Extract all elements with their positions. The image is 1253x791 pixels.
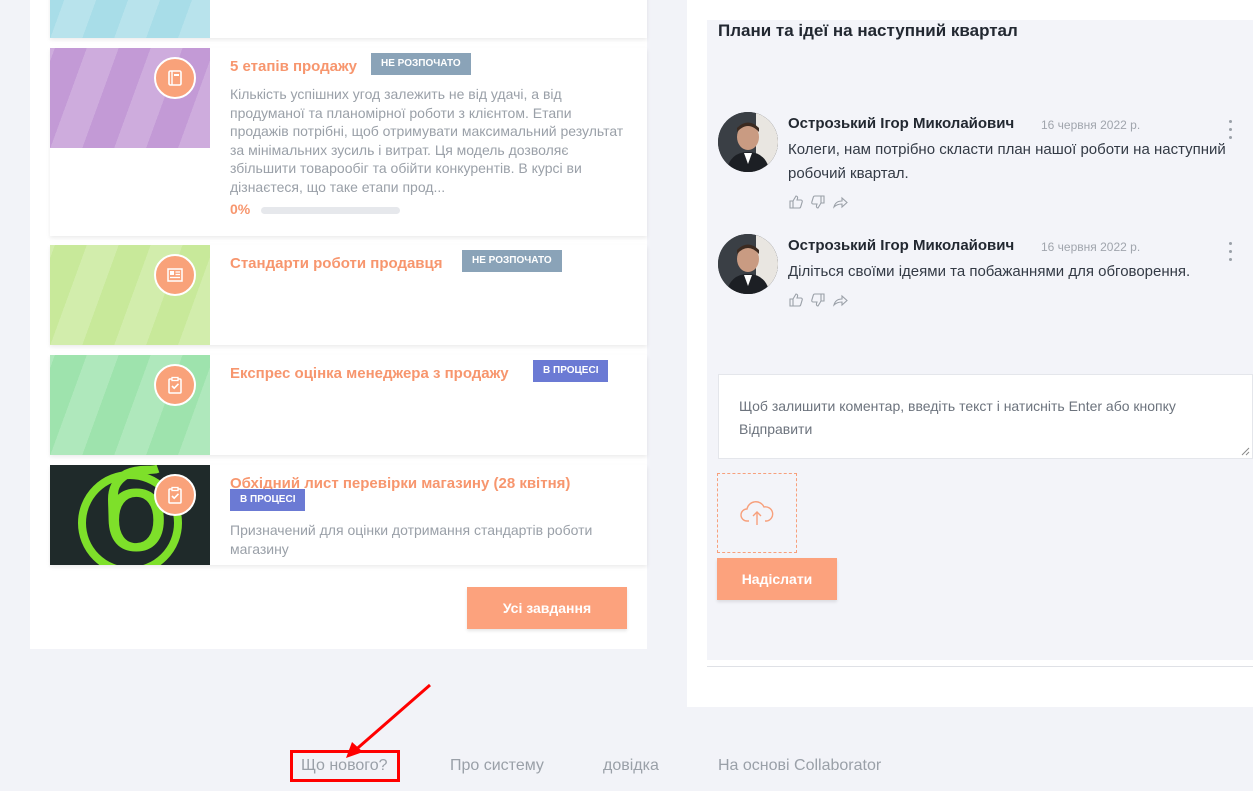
progress-bar [261,207,400,214]
course-card[interactable]: Стандарти роботи продавця НЕ РОЗПОЧАТО [50,245,647,345]
clipboard-check-icon [154,474,196,516]
course-thumbnail[interactable] [50,0,210,38]
footer-link-collaborator[interactable]: На основі Collaborator [718,757,881,775]
course-card[interactable]: 5 етапів продажу НЕ РОЗПОЧАТО Кількість … [50,48,647,236]
cloud-upload-icon [740,501,774,525]
avatar[interactable] [718,112,778,172]
discussion-panel: Плани та ідеї на наступний квартал Остро… [687,0,1253,707]
status-badge: НЕ РОЗПОЧАТО [462,250,562,272]
course-title[interactable]: 5 етапів продажу [230,58,357,75]
status-badge: НЕ РОЗПОЧАТО [371,53,471,75]
course-thumbnail[interactable]: б [50,465,210,565]
clipboard-check-icon [154,364,196,406]
course-thumbnail[interactable] [50,245,210,345]
comment-date: 16 червня 2022 р. [1041,240,1141,254]
divider [707,666,1253,667]
upload-dropzone[interactable] [717,473,797,553]
comment-author[interactable]: Острозький Ігор Миколайович [788,237,1014,254]
book-icon [154,57,196,99]
avatar[interactable] [718,234,778,294]
footer-link-about[interactable]: Про систему [450,757,544,775]
document-icon [154,254,196,296]
comment-text: Діліться своїми ідеями та побажаннями дл… [788,263,1191,280]
annotation-arrow-icon [346,683,431,758]
status-badge: В ПРОЦЕСІ [533,360,609,382]
course-card[interactable]: Експрес оцінка менеджера з продажу В ПРО… [50,355,647,455]
comment-actions [788,292,848,308]
comment-text: Колеги, нам потрібно скласти план нашої … [788,141,1226,182]
comment-input-placeholder: Щоб залишити коментар, введіть текст і н… [739,398,1176,437]
footer-link-help[interactable]: довідка [603,757,659,775]
comment-date: 16 червня 2022 р. [1041,118,1141,132]
resize-handle-icon[interactable] [1241,447,1250,456]
like-icon[interactable] [788,194,804,210]
reply-icon[interactable] [832,292,848,308]
course-title[interactable]: Експрес оцінка менеджера з продажу [230,365,509,382]
like-icon[interactable] [788,292,804,308]
status-badge: В ПРОЦЕСІ [230,489,306,511]
course-title[interactable]: Стандарти роботи продавця [230,255,443,272]
comment-input[interactable]: Щоб залишити коментар, введіть текст і н… [718,374,1253,459]
all-tasks-button[interactable]: Усі завдання [467,587,627,629]
comment-author[interactable]: Острозький Ігор Миколайович [788,115,1014,132]
course-description: Кількість успішних угод залежить не від … [230,86,624,195]
discussion-box: Плани та ідеї на наступний квартал Остро… [707,20,1253,660]
courses-panel: 5 етапів продажу НЕ РОЗПОЧАТО Кількість … [30,0,647,649]
comment-actions [788,194,848,210]
course-card[interactable] [50,0,647,38]
discussion-title: Плани та ідеї на наступний квартал [718,21,1018,40]
course-thumbnail[interactable] [50,48,210,148]
progress-label: 0% [230,201,251,217]
course-card[interactable]: б Обхідний лист перевірки магазину (28 к… [50,465,647,565]
dislike-icon[interactable] [810,194,826,210]
course-description: Призначений для оцінки дотримання станда… [230,522,593,557]
send-button[interactable]: Надіслати [717,558,837,600]
course-thumbnail[interactable] [50,355,210,455]
dislike-icon[interactable] [810,292,826,308]
reply-icon[interactable] [832,194,848,210]
